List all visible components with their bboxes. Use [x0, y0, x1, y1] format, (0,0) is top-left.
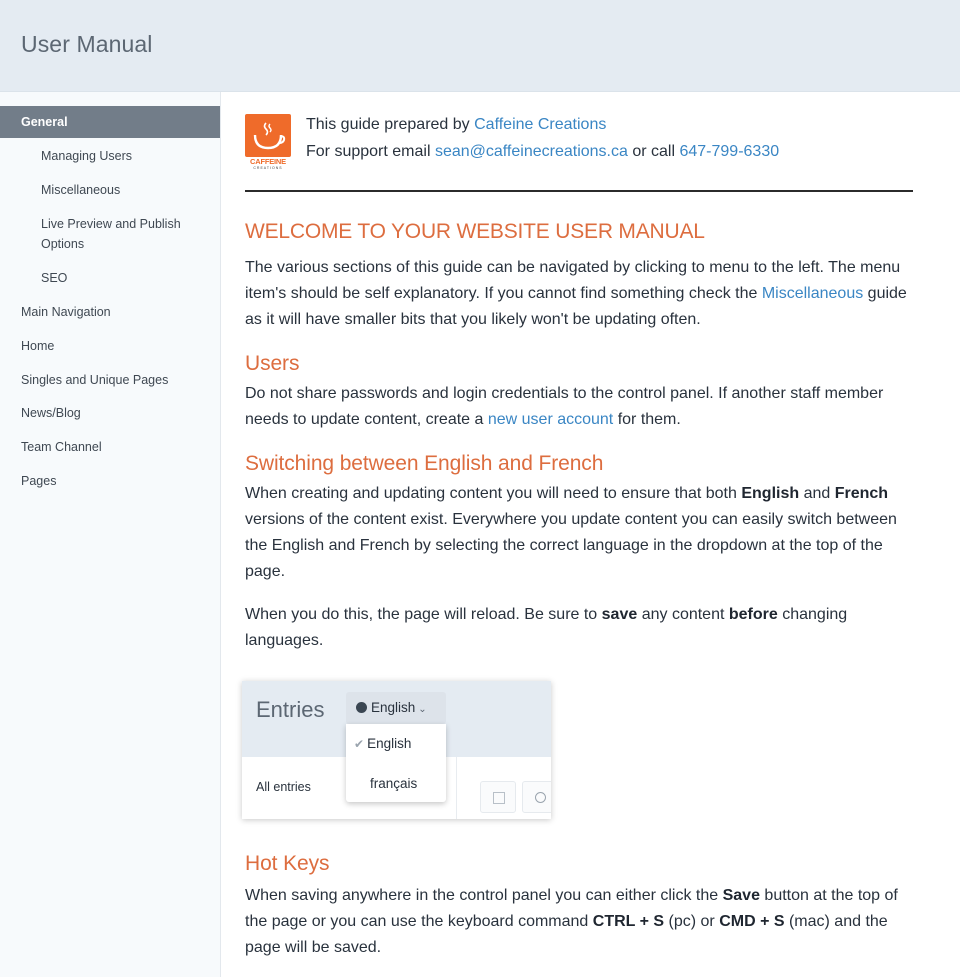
users-heading: Users [245, 352, 300, 375]
check-icon: ✔ [354, 737, 365, 751]
language-dropdown-screenshot: Entries English ⌄ All entries ✔ English fr… [242, 681, 551, 819]
figure-option-english: ✔ English [346, 736, 446, 751]
bold-save: save [601, 606, 638, 623]
sidebar-item-pages[interactable]: Pages [0, 471, 220, 491]
sidebar: General Managing Users Miscellaneous Liv… [0, 92, 221, 977]
welcome-heading: WELCOME TO YOUR WEBSITE USER MANUAL [245, 220, 705, 243]
figure-selected-language: English [371, 700, 416, 715]
email-link[interactable]: sean@caffeinecreations.ca [435, 143, 628, 160]
text: and [799, 485, 835, 502]
figure-divider [456, 757, 457, 819]
switching-paragraph-1: When creating and updating content you w… [245, 481, 920, 585]
text: When creating and updating content you w… [245, 485, 742, 502]
figure-search-button [522, 781, 551, 813]
globe-icon [356, 702, 367, 713]
top-header: User Manual [0, 0, 960, 92]
sidebar-item-news-blog[interactable]: News/Blog [0, 403, 220, 423]
company-link[interactable]: Caffeine Creations [474, 116, 606, 133]
figure-checkbox-button [480, 781, 516, 813]
coffee-cup-icon [245, 114, 291, 157]
figure-all-entries: All entries [256, 780, 311, 794]
credit-line-1: This guide prepared by Caffeine Creation… [306, 116, 606, 134]
credit-text: This guide prepared by [306, 116, 475, 133]
sidebar-item-miscellaneous[interactable]: Miscellaneous [0, 180, 220, 200]
bold-cmd-s: CMD + S [719, 913, 785, 930]
text: (pc) or [664, 913, 720, 930]
bold-french: French [834, 485, 889, 502]
text: any content [637, 606, 729, 623]
text: When saving anywhere in the control pane… [245, 887, 723, 904]
text: versions of the content exist. Everywher… [245, 511, 897, 580]
page-title: User Manual [21, 31, 153, 57]
sidebar-item-team-channel[interactable]: Team Channel [0, 437, 220, 457]
support-text-middle: or call [627, 143, 680, 160]
checkbox-icon [493, 792, 505, 804]
bold-before: before [728, 606, 778, 623]
logo-brand-text: CAFFEINE [250, 157, 286, 166]
credit-line-2: For support email sean@caffeinecreations… [306, 143, 779, 161]
figure-entries-title: Entries [256, 697, 325, 722]
new-user-account-link[interactable]: new user account [488, 411, 613, 428]
hotkeys-paragraph: When saving anywhere in the control pane… [245, 883, 920, 961]
sidebar-item-seo[interactable]: SEO [0, 268, 220, 288]
switching-heading: Switching between English and French [245, 452, 604, 475]
sidebar-item-live-preview[interactable]: Live Preview and Publish Options [0, 214, 220, 254]
option-label: English [367, 736, 412, 751]
header-divider [245, 190, 913, 192]
phone-link[interactable]: 647-799-6330 [679, 143, 779, 160]
sidebar-item-home[interactable]: Home [0, 336, 220, 356]
figure-language-button: English ⌄ [346, 692, 446, 724]
caffeine-creations-logo: CAFFEINE CREATIONS [245, 114, 291, 170]
search-icon [535, 792, 546, 803]
miscellaneous-link[interactable]: Miscellaneous [762, 285, 863, 302]
figure-language-menu: ✔ English français [346, 724, 446, 802]
logo-sub-text: CREATIONS [253, 166, 283, 170]
bold-save: Save [722, 887, 760, 904]
users-text-end: for them. [613, 411, 681, 428]
figure-option-francais: français [370, 776, 418, 791]
bold-ctrl-s: CTRL + S [592, 913, 665, 930]
sidebar-item-managing-users[interactable]: Managing Users [0, 146, 220, 166]
support-text: For support email [306, 143, 435, 160]
text: When you do this, the page will reload. … [245, 606, 602, 623]
switching-paragraph-2: When you do this, the page will reload. … [245, 602, 920, 654]
main-content: CAFFEINE CREATIONS This guide prepared b… [221, 92, 960, 977]
users-paragraph: Do not share passwords and login credent… [245, 381, 920, 433]
sidebar-item-singles[interactable]: Singles and Unique Pages [0, 370, 220, 390]
hotkeys-heading: Hot Keys [245, 852, 330, 875]
welcome-paragraph: The various sections of this guide can b… [245, 255, 920, 333]
sidebar-item-main-navigation[interactable]: Main Navigation [0, 302, 220, 322]
chevron-down-icon: ⌄ [418, 704, 427, 715]
sidebar-item-general[interactable]: General [0, 106, 220, 138]
bold-english: English [741, 485, 800, 502]
